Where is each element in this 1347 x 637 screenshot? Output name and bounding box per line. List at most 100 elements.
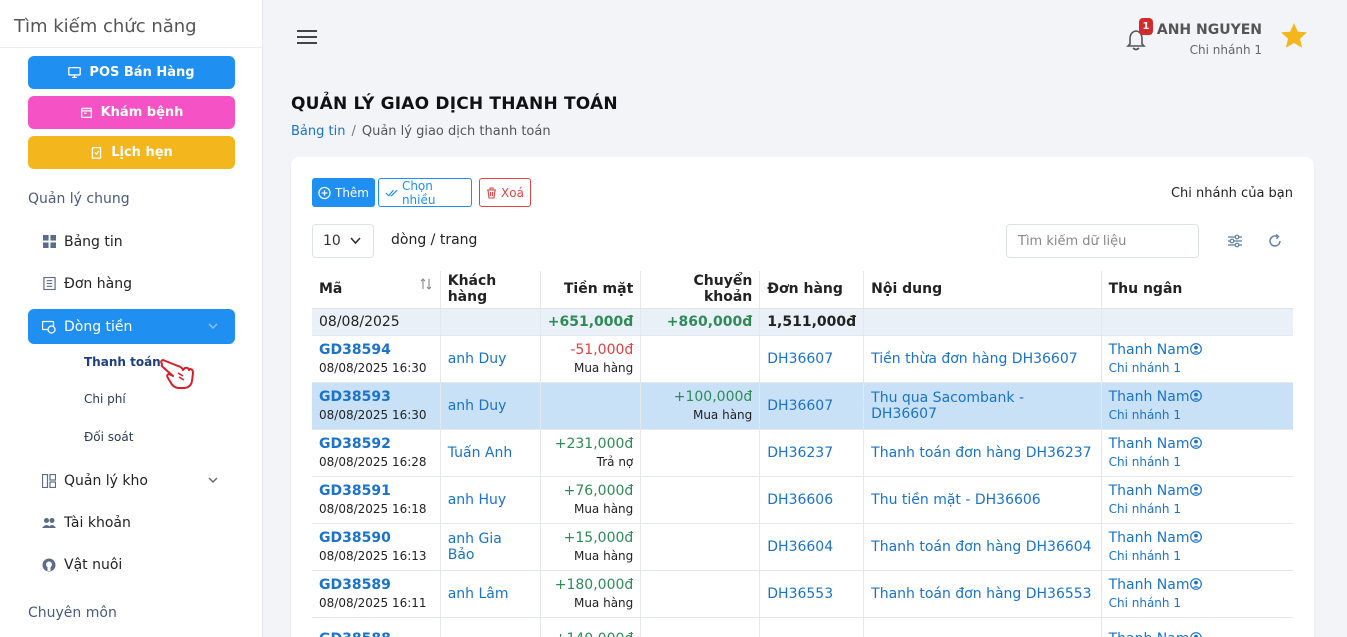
order-link[interactable] [759,617,865,637]
search-input[interactable] [1006,224,1199,258]
order-link[interactable]: DH36607 [759,382,865,430]
sidebar-item-bang-tin[interactable]: Bảng tin [28,224,235,259]
cashier-branch: Chi nhánh 1 [1108,549,1181,563]
table-row[interactable]: GD38591 08/08/2025 16:18 anh Huy +76,000đ Mu… [312,476,1293,524]
col-header-tien-mat[interactable]: Tiền mặt [540,271,642,309]
star-icon[interactable] [1279,21,1309,51]
transaction-time: 08/08/2025 16:28 [319,455,427,469]
transaction-time: 08/08/2025 16:13 [319,549,427,563]
add-button[interactable]: Thêm [312,178,375,207]
table-row[interactable]: GD38593 08/08/2025 16:30 anh Duy +100,000đ M… [312,382,1293,430]
cell-code[interactable]: GD38589 08/08/2025 16:11 [312,570,441,618]
cashier-link[interactable]: Thanh Nam [1109,530,1286,546]
content-link[interactable]: Thanh toán đơn hàng DH36553 [863,570,1102,618]
col-header-ma[interactable]: Mã [312,271,441,309]
order-link[interactable]: DH36604 [759,523,865,571]
transaction-code-link[interactable]: GD38588 [319,631,433,637]
content-link[interactable] [863,617,1102,637]
refresh-icon[interactable] [1267,233,1283,249]
kham-benh-button[interactable]: Khám bệnh [28,96,235,129]
table-row[interactable]: GD38588 +140,000đ Thanh Nam [312,617,1293,637]
col-header-thu-ngan[interactable]: Thu ngân [1101,271,1293,309]
menu-toggle-icon[interactable] [297,30,317,46]
sort-icon[interactable] [420,277,432,291]
customer-link[interactable]: anh Gia Bảo [440,523,541,571]
cell-code[interactable]: GD38593 08/08/2025 16:30 [312,382,441,430]
pos-button[interactable]: POS Bán Hàng [28,56,235,89]
sidebar-item-don-hang[interactable]: Đơn hàng [28,266,235,301]
col-header-noi-dung[interactable]: Nội dung [863,271,1102,309]
chevron-down-icon [208,477,218,483]
customer-link[interactable]: anh Huy [440,476,541,524]
sidebar-item-dong-tien[interactable]: Dòng tiền [28,309,235,344]
transaction-code-link[interactable]: GD38592 [319,436,433,452]
breadcrumb-home-link[interactable]: Bảng tin [291,124,345,139]
cash-amount: +180,000đ [554,577,634,593]
customer-link[interactable]: Tuấn Anh [440,429,541,477]
sidebar-sub-doi-soat[interactable]: Đối soát [84,430,133,444]
customer-link[interactable]: anh Duy [440,335,541,383]
transaction-code-link[interactable]: GD38591 [319,483,433,499]
sidebar-item-vat-nuoi[interactable]: Vật nuôi [28,547,235,582]
cashier-link[interactable]: Thanh Nam [1109,342,1286,358]
transaction-code-link[interactable]: GD38594 [319,342,433,358]
filter-settings-icon[interactable] [1227,233,1243,249]
sidebar-item-quan-ly-kho[interactable]: Quản lý kho [28,463,235,498]
cell-cash: +76,000đ Mua hàng [540,476,642,524]
cashier-link[interactable]: Thanh Nam [1109,436,1286,452]
cell-code[interactable]: GD38591 08/08/2025 16:18 [312,476,441,524]
branch-selector[interactable]: Chi nhánh của bạn [1171,186,1293,201]
table-row[interactable]: GD38594 08/08/2025 16:30 anh Duy -51,000đ Mu… [312,335,1293,383]
transaction-time: 08/08/2025 16:11 [319,596,427,610]
summary-orders-total: 1,511,000đ [759,308,865,336]
cell-code[interactable]: GD38592 08/08/2025 16:28 [312,429,441,477]
col-header-don-hang[interactable]: Đơn hàng [759,271,865,309]
order-link[interactable]: DH36607 [759,335,865,383]
transaction-code-link[interactable]: GD38590 [319,530,433,546]
order-link[interactable]: DH36606 [759,476,865,524]
lich-hen-button[interactable]: Lịch hẹn [28,136,235,169]
table-row[interactable]: GD38592 08/08/2025 16:28 Tuấn Anh +231,000đ… [312,429,1293,477]
cell-cashier: Thanh Nam Chi nhánh 1 [1101,570,1293,618]
kham-benh-label: Khám bệnh [100,105,184,120]
transfer-note: Mua hàng [692,408,753,422]
content-link[interactable]: Thanh toán đơn hàng DH36604 [863,523,1102,571]
transaction-code-link[interactable]: GD38589 [319,577,433,593]
cashier-link[interactable]: Thanh Nam [1109,389,1286,405]
calendar-icon [80,107,92,119]
customer-link[interactable]: anh Lâm [440,570,541,618]
cashier-name: Thanh Nam [1108,436,1190,452]
sidebar-sub-chi-phi[interactable]: Chi phí [84,392,126,406]
customer-link[interactable] [440,617,541,637]
sidebar-sub-thanh-toan[interactable]: Thanh toán [84,355,161,369]
content-link[interactable]: Thu qua Sacombank - DH36607 [863,382,1102,430]
user-name[interactable]: ANH NGUYEN [1157,22,1262,38]
order-link[interactable]: DH36553 [759,570,865,618]
sidebar-item-label: Đơn hàng [64,275,132,292]
cashier-link[interactable]: Thanh Nam [1109,483,1286,499]
col-header-chuyen-khoan[interactable]: Chuyển khoản [640,271,761,309]
content-link[interactable]: Tiền thừa đơn hàng DH36607 [863,335,1102,383]
chevron-down-icon [350,237,361,245]
sidebar-item-tai-khoan[interactable]: Tài khoản [28,505,235,540]
table-row[interactable]: GD38589 08/08/2025 16:11 anh Lâm +180,000đ M… [312,570,1293,618]
content-link[interactable]: Thanh toán đơn hàng DH36237 [863,429,1102,477]
page-size-select[interactable]: 10 [312,224,374,258]
table-row[interactable]: GD38590 08/08/2025 16:13 anh Gia Bảo +15,00… [312,523,1293,571]
cashier-link[interactable]: Thanh Nam [1109,631,1286,637]
section-pro-title: Chuyên môn [28,605,117,621]
customer-link[interactable]: anh Duy [440,382,541,430]
function-search[interactable]: Tìm kiếm chức năng [0,0,262,48]
delete-button[interactable]: Xoá [479,178,531,207]
cell-code[interactable]: GD38594 08/08/2025 16:30 [312,335,441,383]
cashier-link[interactable]: Thanh Nam [1109,577,1286,593]
cell-code[interactable]: GD38588 [312,617,441,637]
transaction-code-link[interactable]: GD38593 [319,389,433,405]
content-link[interactable]: Thu tiền mặt - DH36606 [863,476,1102,524]
cell-cashier: Thanh Nam Chi nhánh 1 [1101,382,1293,430]
select-multiple-button[interactable]: Chọn nhiều [378,178,472,207]
order-link[interactable]: DH36237 [759,429,865,477]
col-header-khach-hang[interactable]: Khách hàng [440,271,541,309]
cell-code[interactable]: GD38590 08/08/2025 16:13 [312,523,441,571]
cashier-name: Thanh Nam [1108,577,1190,593]
